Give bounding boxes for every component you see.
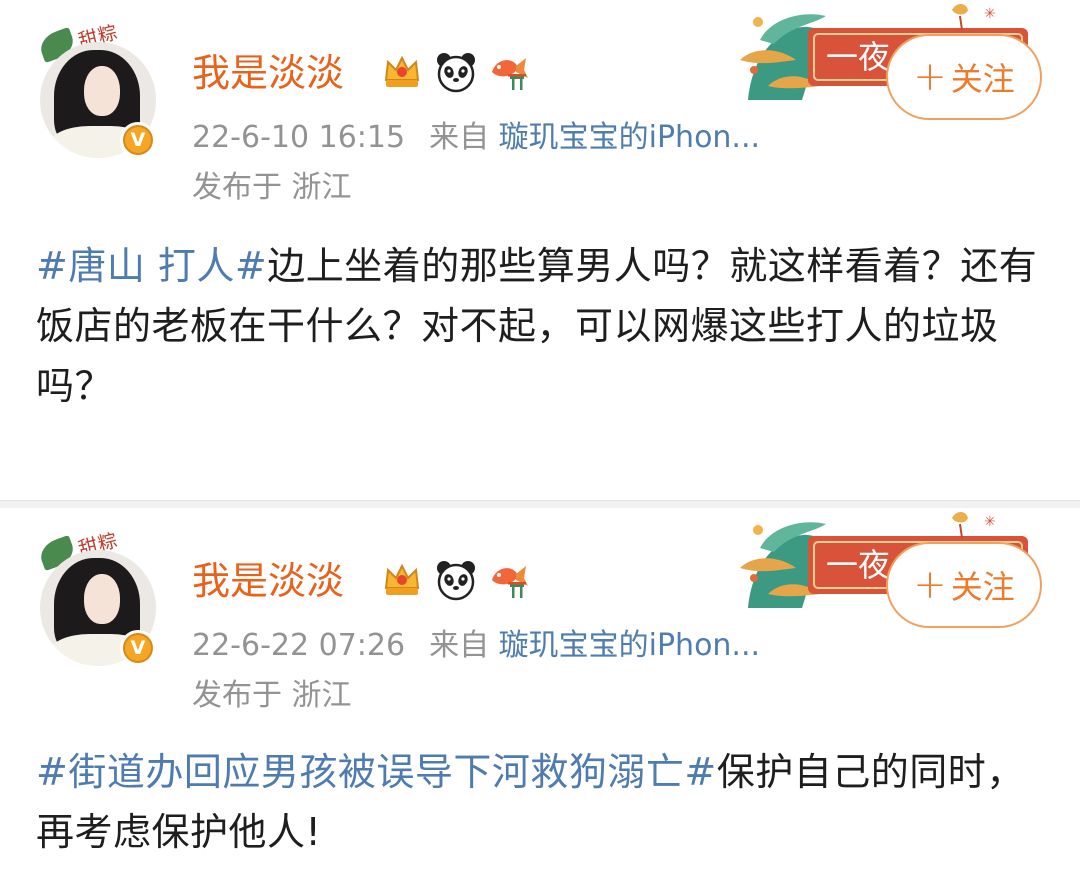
avatar-container[interactable]: 甜粽 V: [36, 529, 166, 670]
post-content: #街道办回应男孩被误导下河救狗溺亡#保护自己的同时，再考虑保护他人!: [36, 742, 1046, 862]
from-label: 来自: [429, 628, 490, 663]
username[interactable]: 我是淡淡: [192, 48, 344, 98]
post-meta: 22-6-22 07:26 来自 璇玑宝宝的iPhon...: [192, 626, 760, 666]
svg-text:✳: ✳: [984, 6, 996, 22]
decoration-text: 一夜: [826, 38, 890, 76]
avatar-container[interactable]: 甜粽 V: [36, 21, 166, 162]
follow-label: 关注: [950, 60, 1015, 98]
panda-badge-icon[interactable]: [434, 558, 478, 602]
panda-badge-icon[interactable]: [434, 50, 478, 94]
post-source-link[interactable]: 璇玑宝宝的iPhon...: [499, 120, 760, 155]
post-location: 发布于 浙江: [192, 678, 352, 713]
plus-icon: +: [913, 562, 947, 608]
decoration-text: 一夜: [826, 546, 890, 584]
topic-hashtag-link[interactable]: #唐山 打人#: [36, 244, 267, 288]
username[interactable]: 我是淡淡: [192, 556, 344, 606]
follow-button[interactable]: + 关注: [886, 542, 1042, 628]
post-timestamp: 22-6-10 16:15: [192, 120, 406, 155]
post-card[interactable]: 甜粽 V 我是淡淡: [0, 508, 1080, 892]
svg-text:✳: ✳: [984, 514, 996, 530]
post-content: #唐山 打人#边上坐着的那些算男人吗？就这样看着？还有饭店的老板在干什么？对不起…: [36, 236, 1046, 416]
post-divider: [0, 500, 1080, 508]
koi-badge-icon[interactable]: [488, 50, 532, 94]
user-badges: [380, 558, 532, 602]
post-source-link[interactable]: 璇玑宝宝的iPhon...: [499, 628, 760, 663]
crown-badge-icon[interactable]: [380, 558, 424, 602]
verified-v-icon: V: [120, 630, 156, 666]
user-badges: [380, 50, 532, 94]
crown-badge-icon[interactable]: [380, 50, 424, 94]
weibo-feed: 甜粽 V 我是淡淡 22-6-10 16:15 来自 璇玑宝宝的iPhon...…: [0, 0, 1080, 892]
follow-label: 关注: [950, 568, 1015, 606]
post-timestamp: 22-6-22 07:26: [192, 628, 406, 663]
topic-hashtag-link[interactable]: #街道办回应男孩被误导下河救狗溺亡#: [36, 750, 717, 794]
verified-v-icon: V: [120, 122, 156, 158]
koi-badge-icon[interactable]: [488, 558, 532, 602]
post-meta: 22-6-10 16:15 来自 璇玑宝宝的iPhon...: [192, 118, 760, 158]
plus-icon: +: [913, 54, 947, 100]
post-location: 发布于 浙江: [192, 170, 352, 205]
follow-button[interactable]: + 关注: [886, 34, 1042, 120]
from-label: 来自: [429, 120, 490, 155]
post-card[interactable]: 甜粽 V 我是淡淡: [0, 0, 1080, 500]
